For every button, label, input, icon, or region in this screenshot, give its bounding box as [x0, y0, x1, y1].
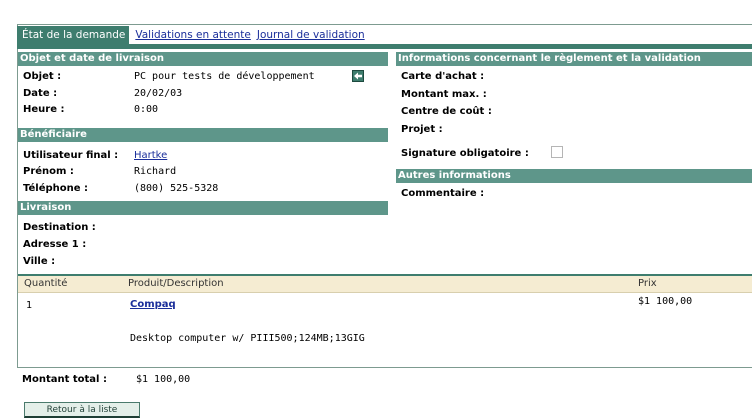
- date-value: 20/02/03: [134, 88, 183, 99]
- back-arrow-icon[interactable]: [352, 70, 364, 82]
- cost-center-label: Centre de coût :: [401, 106, 492, 117]
- date-label: Date :: [23, 88, 58, 99]
- tab-validation-log[interactable]: Journal de validation: [257, 29, 365, 41]
- items-table: Quantité Produit/Description Prix 1 Comp…: [18, 274, 752, 369]
- heure-label: Heure :: [23, 104, 65, 115]
- first-name-value: Richard: [134, 166, 177, 177]
- tab-bar-underline: [17, 44, 752, 49]
- column-header-price: Prix: [638, 278, 657, 289]
- product-link[interactable]: Compaq: [130, 299, 176, 310]
- section-header-payment-validation: Informations concernant le règlement et …: [396, 52, 752, 66]
- section-header-other-info: Autres informations: [396, 169, 752, 183]
- tab-bar: État de la demande Validations en attent…: [17, 26, 365, 44]
- column-header-quantity: Quantité: [24, 278, 68, 289]
- objet-label: Objet :: [23, 71, 62, 82]
- table-header: Quantité Produit/Description Prix: [18, 276, 752, 293]
- tab-request-status[interactable]: État de la demande: [17, 26, 130, 44]
- city-label: Ville :: [23, 256, 56, 267]
- project-label: Projet :: [401, 124, 443, 135]
- purchase-card-label: Carte d'achat :: [401, 71, 485, 82]
- section-header-beneficiary: Bénéficiaire: [18, 128, 388, 142]
- section-header-delivery-object: Objet et date de livraison: [18, 52, 388, 66]
- row-quantity: 1: [26, 300, 33, 311]
- section-header-delivery: Livraison: [18, 201, 388, 215]
- first-name-label: Prénom :: [23, 166, 74, 177]
- signature-required-label: Signature obligatoire :: [401, 148, 529, 159]
- column-header-product: Produit/Description: [128, 278, 224, 289]
- destination-label: Destination :: [23, 222, 96, 233]
- phone-value: (800) 525-5328: [134, 183, 219, 194]
- comment-label: Commentaire :: [401, 188, 485, 199]
- phone-label: Téléphone :: [23, 183, 89, 194]
- end-user-link[interactable]: Hartke: [134, 150, 167, 161]
- max-amount-label: Montant max. :: [401, 89, 487, 100]
- address-label: Adresse 1 :: [23, 239, 87, 250]
- row-price: $1 100,00: [638, 296, 693, 307]
- total-amount-label: Montant total :: [22, 374, 107, 385]
- objet-value: PC pour tests de développement: [134, 71, 315, 82]
- back-to-list-button[interactable]: Retour à la liste: [24, 402, 140, 418]
- signature-required-checkbox[interactable]: [551, 146, 563, 158]
- heure-value: 0:00: [134, 104, 159, 115]
- tab-pending-validations[interactable]: Validations en attente: [135, 29, 250, 41]
- row-description: Desktop computer w/ PIII500;124MB;13GIG: [130, 333, 365, 344]
- end-user-label: Utilisateur final :: [23, 150, 119, 161]
- total-amount-value: $1 100,00: [136, 374, 191, 385]
